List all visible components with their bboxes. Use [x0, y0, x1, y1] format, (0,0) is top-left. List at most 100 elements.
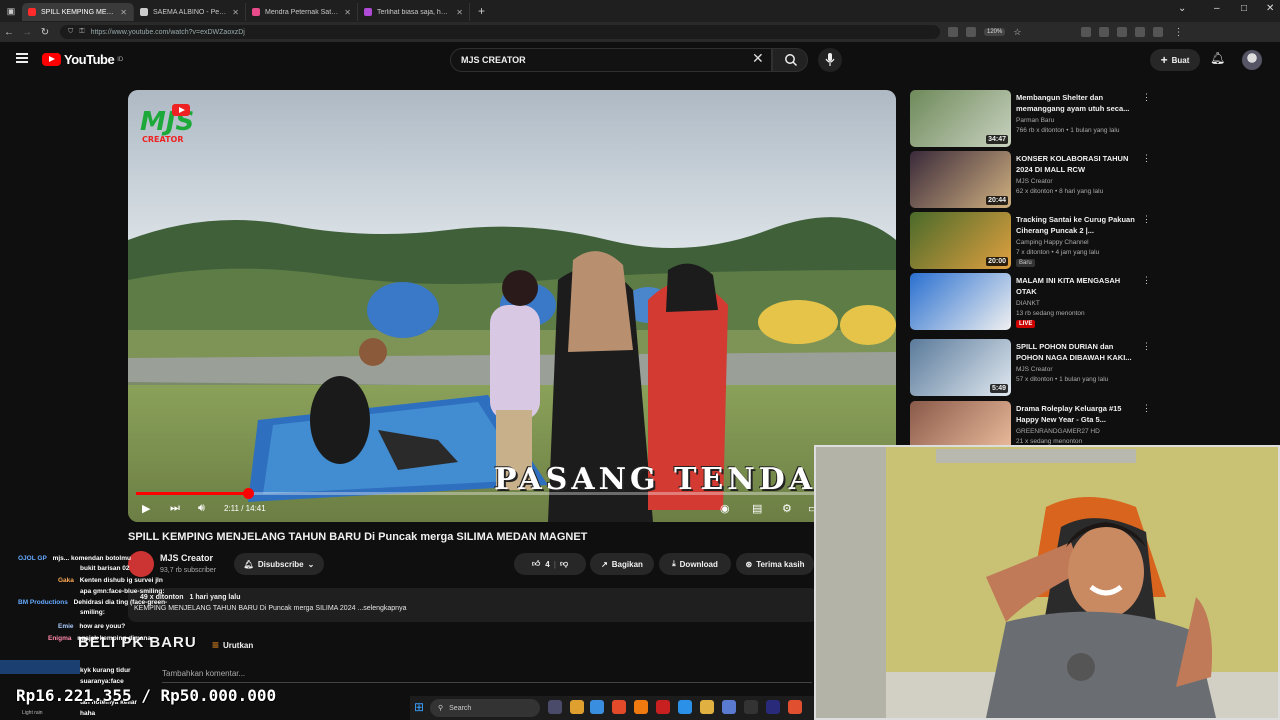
autoplay-toggle-icon[interactable]: ◉: [720, 502, 730, 515]
browser-tab[interactable]: SPILL KEMPING MENJELANG TA ✕: [22, 3, 134, 21]
video-timecode: 2:11 / 14:41: [224, 504, 266, 513]
thumbs-down-icon[interactable]: 👎︎: [560, 559, 568, 569]
create-button[interactable]: + Buat: [1150, 49, 1200, 71]
video-duration: 20:00: [986, 257, 1008, 266]
extension-icon[interactable]: [1153, 27, 1164, 37]
recommended-video[interactable]: MALAM INI KITA MENGASAH OTAK DIANKT 13 rb …: [910, 273, 1151, 331]
browser-menu-icon[interactable]: ▣: [0, 6, 22, 17]
browser-app-icon[interactable]: [612, 700, 626, 714]
download-button[interactable]: ⤓ Download: [659, 553, 731, 575]
recommended-video-title[interactable]: Tracking Santai ke Curug Pakuan Ciherang…: [1016, 214, 1136, 236]
recommended-video[interactable]: 20:00 Tracking Santai ke Curug Pakuan Cih…: [910, 212, 1151, 270]
search-input-value: MJS CREATOR: [461, 55, 526, 65]
app-icon[interactable]: [634, 700, 648, 714]
video-progress-bar[interactable]: [136, 488, 888, 499]
sort-label: Urutkan: [223, 640, 254, 650]
recommended-video[interactable]: 5:49 SPILL POHON DURIAN dan POHON NAGA DI…: [910, 339, 1151, 397]
video-thumbnail[interactable]: 34:47: [910, 90, 1011, 147]
reload-icon[interactable]: ↻: [36, 27, 54, 38]
edge-icon[interactable]: [678, 700, 692, 714]
zoom-level[interactable]: 120%: [984, 28, 1006, 36]
more-options-icon[interactable]: ⋮: [1142, 275, 1151, 286]
like-button[interactable]: 👍︎ 4: [532, 559, 550, 569]
more-options-icon[interactable]: ⋮: [1142, 403, 1151, 414]
tab-close-icon[interactable]: ✕: [232, 8, 239, 17]
tab-close-icon[interactable]: ✕: [120, 8, 127, 17]
recommended-video-title[interactable]: MALAM INI KITA MENGASAH OTAK: [1016, 275, 1136, 297]
hamburger-menu-icon[interactable]: [16, 53, 28, 63]
video-thumbnail[interactable]: 20:44: [910, 151, 1011, 208]
browser-tab[interactable]: Terlihat biasa saja, hewan hewan ✕: [358, 3, 470, 21]
video-thumbnail[interactable]: [910, 273, 1011, 330]
file-explorer-icon[interactable]: [570, 700, 584, 714]
sort-comments-button[interactable]: ≡ Urutkan: [212, 638, 253, 652]
bookmark-star-icon[interactable]: ☆: [1013, 27, 1021, 38]
next-video-icon[interactable]: ⏭: [170, 502, 180, 515]
more-options-icon[interactable]: ⋮: [1142, 92, 1151, 103]
recommended-video-meta: 21 x sedang menonton: [1016, 438, 1083, 445]
app-icon[interactable]: [766, 700, 780, 714]
tab-search-icon[interactable]: ⌄: [1178, 3, 1186, 14]
extension-icon[interactable]: [948, 27, 958, 37]
extension-icon[interactable]: [966, 27, 976, 37]
extension-icon[interactable]: [1099, 27, 1110, 37]
thanks-button[interactable]: ⊛ Terima kasih: [736, 553, 814, 575]
folder-icon[interactable]: [700, 700, 714, 714]
maximize-icon[interactable]: □: [1241, 3, 1247, 14]
recommended-video-title[interactable]: SPILL POHON DURIAN dan POHON NAGA DIBAWA…: [1016, 341, 1136, 363]
recommended-video-title[interactable]: KONSER KOLABORASI TAHUN 2024 DI MALL RCW: [1016, 153, 1136, 175]
taskbar-search[interactable]: ⚲ Search: [430, 699, 540, 717]
recommended-video-title[interactable]: Membangun Shelter dan memanggang ayam ut…: [1016, 92, 1136, 114]
more-options-icon[interactable]: ⋮: [1142, 214, 1151, 225]
app-icon[interactable]: [722, 700, 736, 714]
account-avatar[interactable]: [1242, 50, 1262, 70]
more-options-icon[interactable]: ⋮: [1142, 341, 1151, 352]
recommended-video-channel: MJS Creator: [1016, 366, 1053, 373]
browser-tab[interactable]: SAEMA ALBINO - Pendaunan G ✕: [134, 3, 246, 21]
search-button[interactable]: [772, 48, 808, 72]
forward-icon[interactable]: →: [18, 27, 36, 38]
video-thumbnail[interactable]: 5:49: [910, 339, 1011, 396]
close-window-icon[interactable]: ✕: [1266, 3, 1274, 14]
browser-menu-kebab-icon[interactable]: ⋮: [1173, 27, 1183, 38]
volume-icon[interactable]: 🔊︎: [198, 502, 205, 515]
chat-message: haha: [80, 709, 95, 718]
task-view-icon[interactable]: [548, 700, 562, 714]
voice-search-button[interactable]: [818, 48, 842, 72]
search-input[interactable]: MJS CREATOR: [450, 48, 772, 72]
chat-text: kyk kurang tidur: [80, 667, 131, 674]
app-icon[interactable]: [656, 700, 670, 714]
browser-tab[interactable]: Mendra Peternak Sato | Veransa ✕: [246, 3, 358, 21]
recommended-video[interactable]: 34:47 Membangun Shelter dan memanggang ay…: [910, 90, 1151, 148]
chat-message: BM Productions Dehidrasi dia ting (face-…: [18, 598, 167, 607]
address-bar[interactable]: ⛉ ⚿ https://www.youtube.com/watch?v=exDW…: [60, 25, 940, 39]
video-thumbnail[interactable]: 20:00: [910, 212, 1011, 269]
subtitles-icon[interactable]: ▤: [752, 502, 762, 515]
extension-icon[interactable]: [1135, 27, 1146, 37]
chat-text: haha: [80, 710, 96, 717]
back-icon[interactable]: ←: [0, 27, 18, 38]
settings-gear-icon[interactable]: ⚙: [782, 502, 792, 515]
app-icon[interactable]: [590, 700, 604, 714]
player-controls: ▶ ⏭ 🔊︎ 2:11 / 14:41 ◉ ▤ ⚙ ▭: [128, 496, 896, 522]
recommended-video-channel: Parman Baru: [1016, 117, 1055, 124]
play-icon[interactable]: ▶: [142, 502, 150, 515]
windows-start-icon[interactable]: ⊞: [414, 700, 424, 714]
subscribe-button[interactable]: 🔔︎ Disubscribe ⌄: [234, 553, 324, 575]
brave-icon[interactable]: [788, 700, 802, 714]
share-button[interactable]: ↗ Bagikan: [590, 553, 654, 575]
notifications-bell-icon[interactable]: 🔔︎: [1210, 51, 1225, 65]
more-options-icon[interactable]: ⋮: [1142, 153, 1151, 164]
tab-close-icon[interactable]: ✕: [456, 8, 463, 17]
minimize-icon[interactable]: –: [1214, 3, 1220, 14]
new-tab-button[interactable]: +: [470, 4, 493, 18]
youtube-logo[interactable]: YouTube ID: [42, 52, 123, 67]
video-player[interactable]: MJS CREATOR PASANG TENDA ▶ ⏭ 🔊︎ 2:11 / 1…: [128, 90, 896, 522]
tab-close-icon[interactable]: ✕: [344, 8, 351, 17]
extension-icon[interactable]: [1081, 27, 1092, 37]
clear-search-icon[interactable]: ✕: [752, 50, 764, 67]
recommended-video[interactable]: 20:44 KONSER KOLABORASI TAHUN 2024 DI MAL…: [910, 151, 1151, 209]
extension-icon[interactable]: [1117, 27, 1128, 37]
recommended-video-title[interactable]: Drama Roleplay Keluarga #15 Happy New Ye…: [1016, 403, 1136, 425]
app-icon[interactable]: [744, 700, 758, 714]
